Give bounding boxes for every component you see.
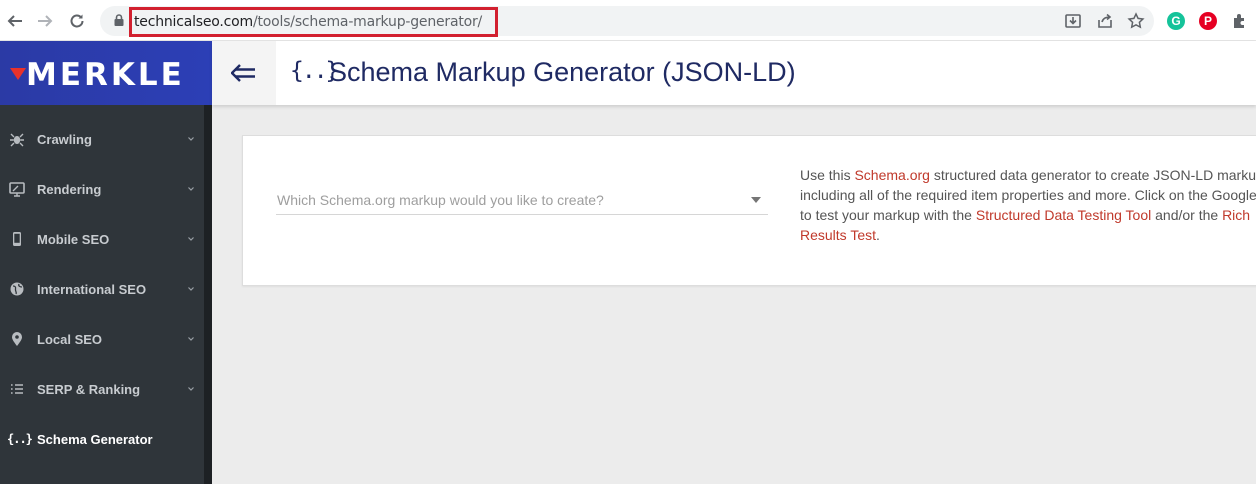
description-text: and/or the [1151,207,1223,223]
bookmark-star-icon[interactable] [1127,12,1145,30]
sidebar-item-rendering[interactable]: Rendering [0,164,204,214]
description-text: Use this [800,167,855,183]
share-icon[interactable] [1096,12,1114,30]
sidebar-item-label: Local SEO [37,331,103,347]
chevron-down-icon [188,387,194,391]
structured-data-testing-tool-link[interactable]: Structured Data Testing Tool [976,207,1151,223]
mobile-icon [13,232,21,246]
sidebar-item-crawling[interactable]: Crawling [0,114,204,164]
sidebar-item-label: SERP & Ranking [37,381,141,397]
sidebar-item-schema-generator[interactable]: {..} Schema Generator [0,414,204,464]
pinterest-extension-icon[interactable]: P [1199,12,1217,30]
lock-icon[interactable] [112,13,126,27]
list-icon [11,384,23,394]
forward-arrow-icon[interactable] [34,10,56,32]
globe-icon [10,282,24,296]
chevron-down-icon [188,187,194,191]
url-path: /tools/schema-markup-generator/ [252,14,483,30]
url-domain: technicalseo.com [134,14,253,30]
chevron-down-icon [188,337,194,341]
schema-org-link[interactable]: Schema.org [854,167,929,183]
extensions-puzzle-icon[interactable] [1231,12,1249,30]
back-arrow-icon[interactable] [4,10,26,32]
sidebar-item-label: Crawling [37,131,92,147]
sidebar-item-label: Schema Generator [37,431,153,447]
schema-type-select-placeholder[interactable]: Which Schema.org markup would you like t… [277,192,604,208]
caret-down-icon[interactable] [751,197,761,203]
description-text: including all of the required item prope… [800,187,1256,203]
collapse-sidebar-button[interactable] [212,41,276,105]
pinterest-letter: P [1203,14,1212,28]
description-text: to test your markup with the [800,207,976,223]
sidebar-scrollbar[interactable] [204,105,212,484]
sidebar-item-mobile-seo[interactable]: Mobile SEO [0,214,204,264]
sidebar-item-international-seo[interactable]: International SEO [0,264,204,314]
sidebar-item-serp-ranking[interactable]: SERP & Ranking [0,364,204,414]
grammarly-letter: G [1171,14,1181,28]
sidebar-item-label: Rendering [37,181,102,197]
sidebar-item-label: International SEO [37,281,147,297]
logo-mark-icon [10,68,26,80]
map-pin-icon [12,332,22,346]
install-app-icon[interactable] [1064,12,1082,30]
chevron-down-icon [188,237,194,241]
chevron-down-icon [188,287,194,291]
monitor-icon [9,182,25,197]
tool-description: Use this Schema.org structured data gene… [800,165,1256,245]
rich-results-test-link-part2[interactable]: Results Test [800,227,876,243]
description-text: structured data generator to create JSON… [929,167,1256,183]
brand-logo[interactable]: MERKLE [26,57,185,93]
arrow-collapse-icon [231,64,255,82]
spider-icon [10,133,24,147]
page-title: Schema Markup Generator (JSON-LD) [329,57,796,87]
braces-icon: {..} [7,432,33,446]
url-text[interactable]: technicalseo.com/tools/schema-markup-gen… [134,14,482,30]
reload-icon[interactable] [66,10,88,32]
sidebar-item-label: Mobile SEO [37,231,110,247]
description-text: . [876,227,880,243]
chevron-down-icon [188,137,194,141]
grammarly-extension-icon[interactable]: G [1167,12,1185,30]
rich-results-test-link-part1[interactable]: Rich [1222,207,1250,223]
sidebar-item-local-seo[interactable]: Local SEO [0,314,204,364]
